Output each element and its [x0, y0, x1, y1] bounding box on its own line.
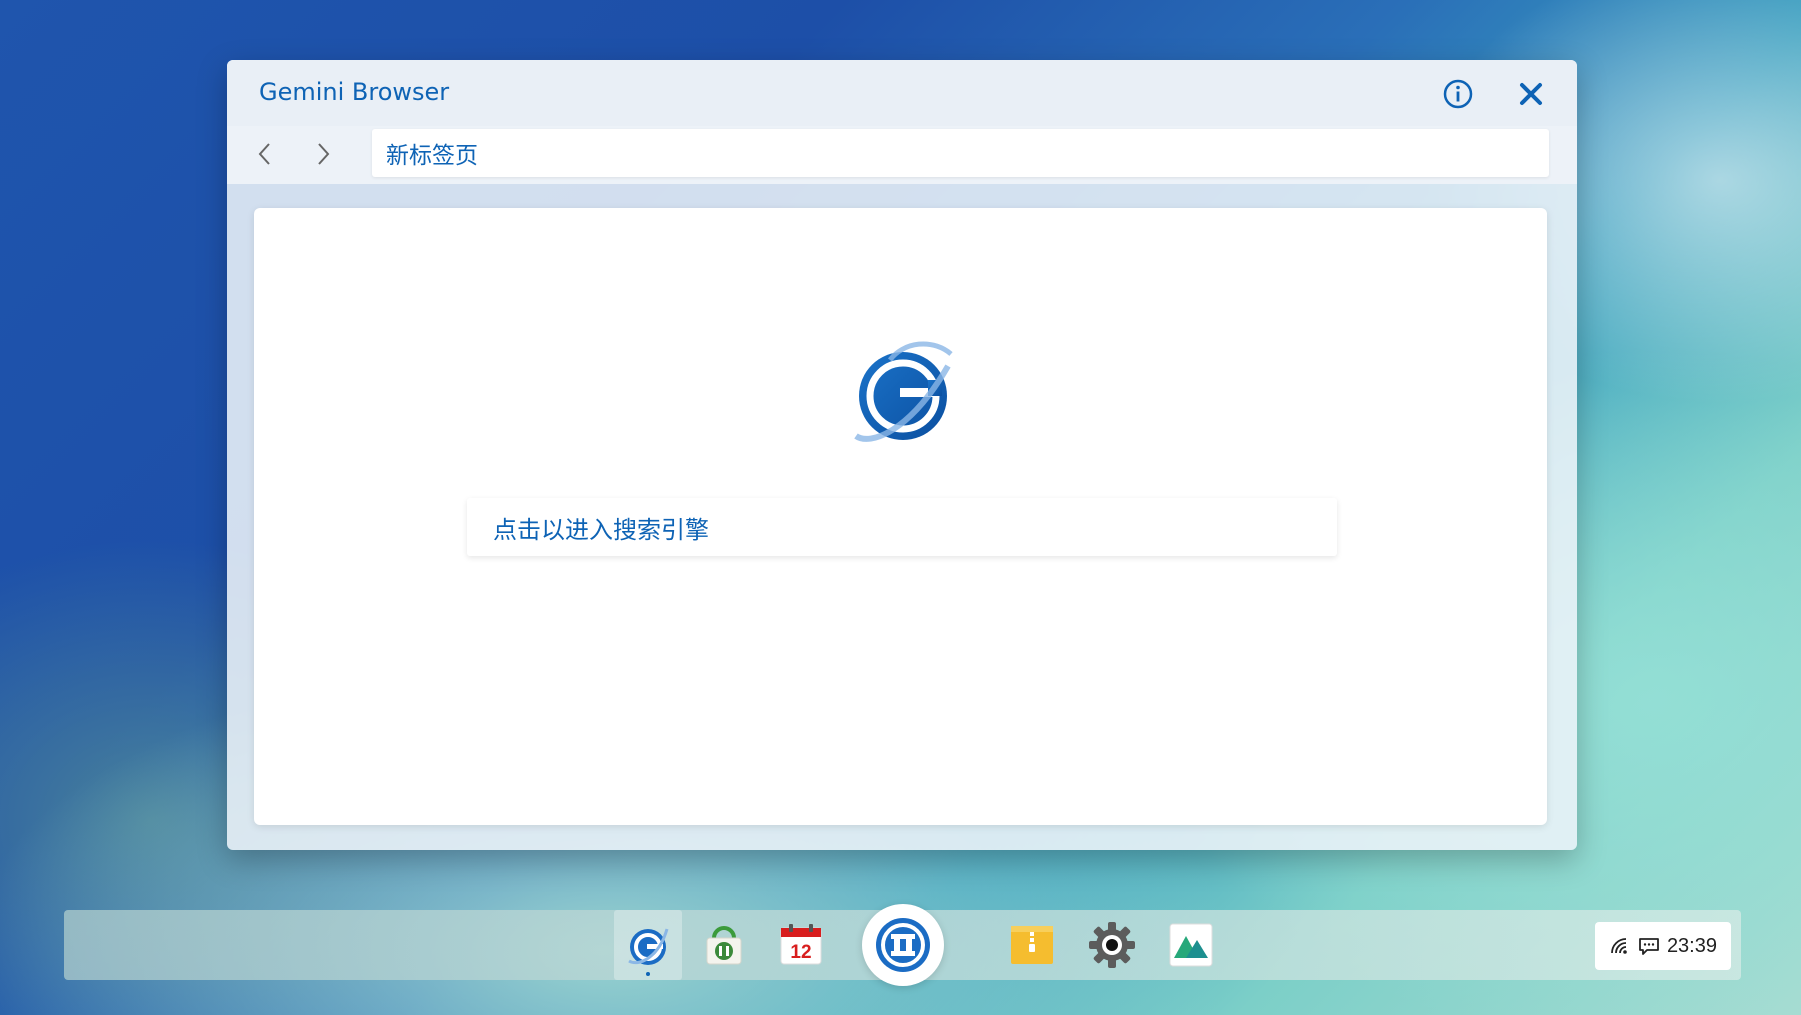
chevron-left-icon: [258, 143, 270, 165]
page-content: 点击以进入搜索引擎: [254, 208, 1547, 825]
gear-icon: [1089, 922, 1135, 968]
title-bar: Gemini Browser: [227, 60, 1577, 126]
message-icon: [1639, 938, 1659, 955]
close-icon: [1520, 83, 1542, 105]
dock-home[interactable]: [862, 904, 944, 986]
chevron-right-icon: [318, 143, 330, 165]
browser-icon: [628, 928, 669, 965]
mountain-icon: [1169, 923, 1213, 967]
archive-icon: [1011, 926, 1053, 964]
address-bar[interactable]: 新标签页: [372, 129, 1549, 177]
store-bag-icon: [706, 926, 742, 965]
browser-window: Gemini Browser 新标签页 点击以进入搜索引擎: [227, 60, 1577, 850]
dock-archive[interactable]: [998, 910, 1066, 980]
wifi-icon: [1611, 938, 1627, 954]
system-tray[interactable]: 23:39: [1595, 922, 1731, 970]
browser-logo: [850, 336, 956, 450]
window-title: Gemini Browser: [259, 78, 450, 106]
home-logo-icon: [876, 918, 930, 972]
search-engine-entry[interactable]: 点击以进入搜索引擎: [467, 498, 1337, 556]
navigation-bar: 新标签页: [227, 126, 1577, 184]
calendar-icon: 12: [780, 924, 822, 965]
active-indicator: [646, 972, 650, 976]
browser-logo-icon: [854, 341, 953, 442]
info-icon: [1443, 79, 1473, 109]
clock: 23:39: [1666, 934, 1717, 957]
dock-calendar[interactable]: 12: [767, 910, 835, 980]
forward-button[interactable]: [303, 134, 343, 174]
dock-app-store[interactable]: [690, 910, 758, 980]
info-button[interactable]: [1438, 74, 1478, 114]
dock-browser[interactable]: [614, 910, 682, 980]
back-button[interactable]: [245, 134, 285, 174]
dock-gallery[interactable]: [1157, 910, 1225, 980]
dock-settings[interactable]: [1078, 910, 1146, 980]
taskbar: 12 23:39: [64, 904, 1741, 986]
close-button[interactable]: [1511, 74, 1551, 114]
calendar-day: 12: [790, 942, 811, 963]
